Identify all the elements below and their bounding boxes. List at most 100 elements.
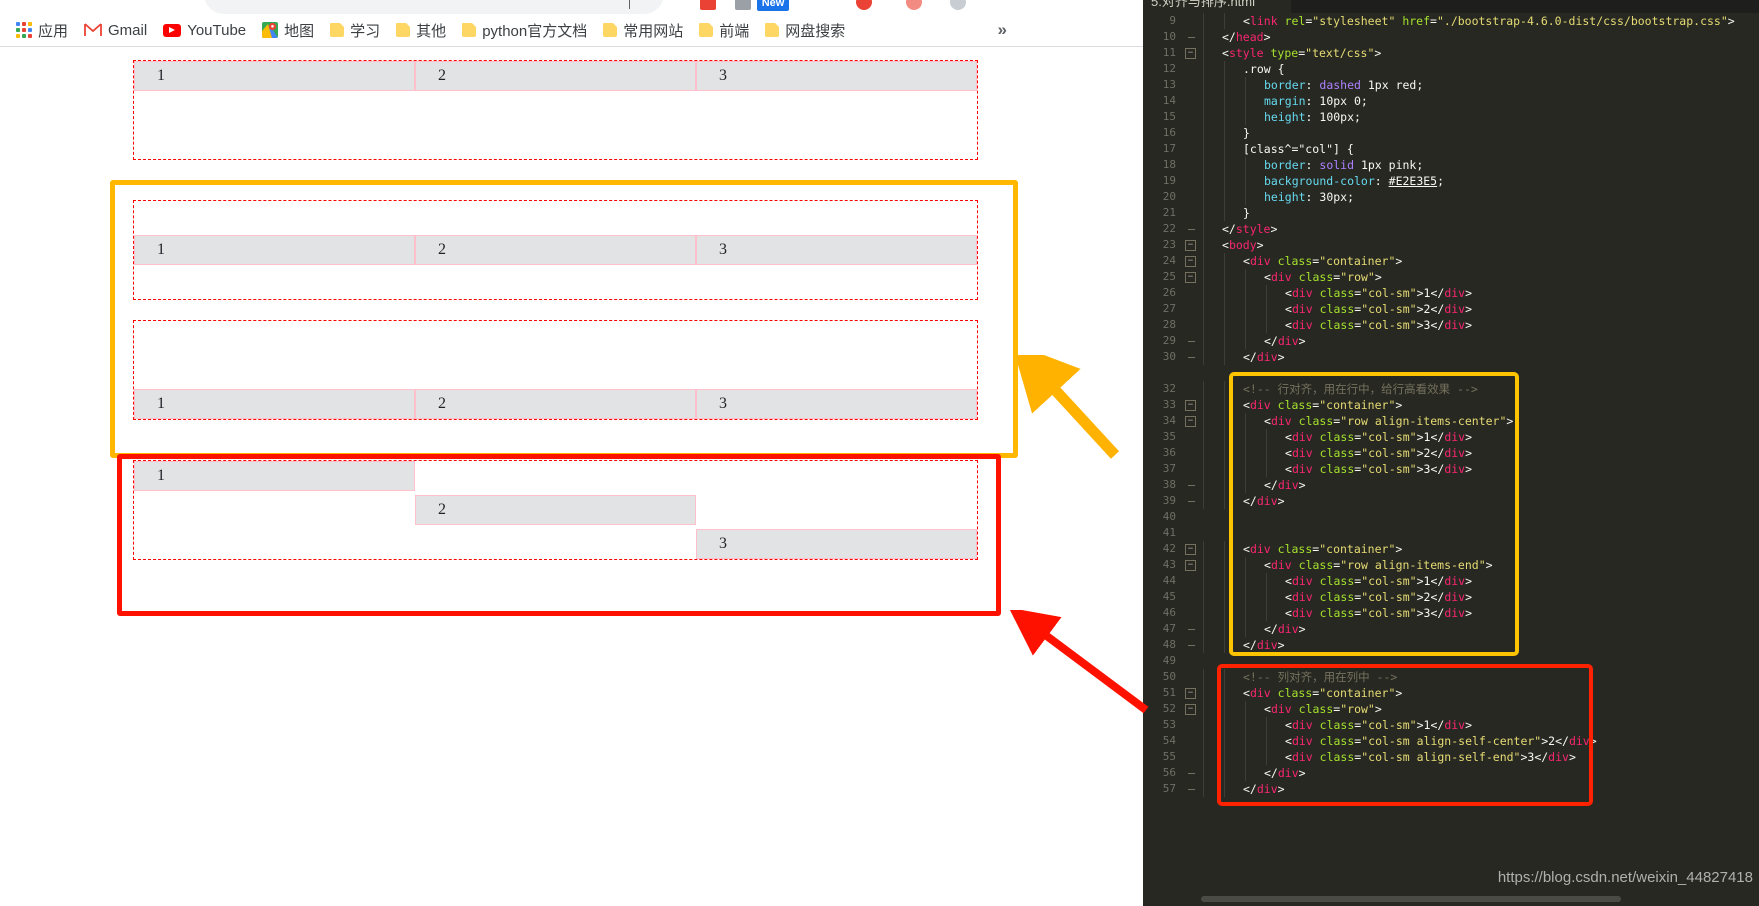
code-line[interactable]: } xyxy=(1201,125,1250,141)
code-line[interactable]: } xyxy=(1201,205,1250,221)
code-line[interactable]: </div> xyxy=(1201,349,1285,365)
bookmark-folder-frontend[interactable]: 前端 xyxy=(691,17,757,44)
code-tokens: <div class="col-sm">1</div> xyxy=(1285,718,1472,732)
code-token: ; xyxy=(1416,78,1424,92)
code-token: > xyxy=(1727,14,1735,28)
code-text-area[interactable]: <link rel="stylesheet" href="./bootstrap… xyxy=(1201,13,1759,893)
code-line[interactable]: </head> xyxy=(1201,29,1271,45)
container-4: 1 2 3 xyxy=(133,450,978,570)
code-line[interactable]: </div> xyxy=(1201,765,1306,781)
code-token: = xyxy=(1430,14,1437,28)
fold-toggle-icon[interactable]: − xyxy=(1185,688,1196,699)
profile-avatar-icon[interactable] xyxy=(950,0,966,10)
fold-toggle-icon[interactable]: − xyxy=(1185,272,1196,283)
fold-toggle-icon[interactable]: − xyxy=(1185,560,1196,571)
code-line[interactable]: <!-- 列对齐，用在列中 --> xyxy=(1201,669,1397,685)
code-line[interactable]: <div class="col-sm">2</div> xyxy=(1201,301,1472,317)
code-line[interactable]: <!-- 行对齐，用在行中，给行高看效果 --> xyxy=(1201,381,1478,397)
code-line[interactable]: <div class="col-sm">3</div> xyxy=(1201,605,1472,621)
code-line[interactable]: </div> xyxy=(1201,781,1285,797)
code-line[interactable]: border: dashed 1px red; xyxy=(1201,77,1423,93)
line-number: 17 xyxy=(1162,142,1176,155)
bookmarks-overflow-chevron-icon[interactable]: » xyxy=(998,20,1007,40)
code-line[interactable]: <style type="text/css"> xyxy=(1201,45,1381,61)
code-line[interactable]: margin: 10px 0; xyxy=(1201,93,1368,109)
code-line[interactable]: <div class="row align-items-center"> xyxy=(1201,413,1513,429)
horizontal-scrollbar[interactable] xyxy=(1201,896,1621,902)
fold-toggle-icon[interactable]: − xyxy=(1185,416,1196,427)
indent-guide xyxy=(1203,141,1204,157)
indent-guide xyxy=(1245,333,1246,349)
code-line[interactable]: <div class="container"> xyxy=(1201,541,1402,557)
code-line[interactable]: <div class="col-sm align-self-end">3</di… xyxy=(1201,749,1576,765)
code-token: "col-sm" xyxy=(1361,446,1417,460)
code-line[interactable]: <link rel="stylesheet" href="./bootstrap… xyxy=(1201,13,1735,29)
fold-toggle-icon[interactable]: − xyxy=(1185,704,1196,715)
code-line[interactable]: background-color: #E2E3E5; xyxy=(1201,173,1444,189)
code-line[interactable]: </div> xyxy=(1201,493,1285,509)
code-line[interactable]: <div class="row"> xyxy=(1201,269,1382,285)
code-token: class xyxy=(1298,414,1334,428)
code-line[interactable]: </div> xyxy=(1201,621,1306,637)
extension-icon-3[interactable] xyxy=(856,0,872,10)
code-line[interactable]: <div class="col-sm">1</div> xyxy=(1201,285,1472,301)
editor-tab-active[interactable]: 5.对齐与排序.html xyxy=(1143,0,1291,13)
bookmark-folder-netdisk-search[interactable]: 网盘搜索 xyxy=(757,17,853,44)
code-line[interactable]: <div class="col-sm">1</div> xyxy=(1201,573,1472,589)
code-token: >2</ xyxy=(1541,734,1569,748)
bookmark-youtube[interactable]: YouTube xyxy=(155,19,254,42)
bookmark-gmail[interactable]: Gmail xyxy=(76,19,155,42)
code-token: < xyxy=(1264,270,1271,284)
fold-toggle-icon[interactable]: − xyxy=(1185,400,1196,411)
code-line[interactable]: </div> xyxy=(1201,637,1285,653)
code-line[interactable]: .row { xyxy=(1201,61,1285,77)
bookmark-folder-python-docs[interactable]: python官方文档 xyxy=(454,17,595,44)
code-line[interactable]: <div class="row align-items-end"> xyxy=(1201,557,1493,573)
code-line[interactable]: <div class="row"> xyxy=(1201,701,1382,717)
fold-toggle-icon[interactable]: − xyxy=(1185,256,1196,267)
fold-toggle-icon[interactable]: − xyxy=(1185,240,1196,251)
code-line[interactable]: <body> xyxy=(1201,237,1264,253)
code-line[interactable]: <div class="container"> xyxy=(1201,397,1402,413)
code-line[interactable]: <div class="col-sm">2</div> xyxy=(1201,589,1472,605)
code-tokens: <div class="col-sm">2</div> xyxy=(1285,302,1472,316)
bookmark-apps[interactable]: 应用 xyxy=(8,17,76,44)
indent-guide xyxy=(1224,573,1225,589)
line-number: 22 xyxy=(1162,222,1176,235)
fold-toggle-icon[interactable]: − xyxy=(1185,544,1196,555)
editor-body[interactable]: <link rel="stylesheet" href="./bootstrap… xyxy=(1143,13,1759,893)
fold-gutter[interactable] xyxy=(1183,13,1201,893)
new-badge[interactable]: New xyxy=(757,0,789,11)
line-number: 26 xyxy=(1162,286,1176,299)
code-line[interactable]: <div class="container"> xyxy=(1201,253,1402,269)
bookmark-folder-other[interactable]: 其他 xyxy=(388,17,454,44)
code-line[interactable]: <div class="col-sm">3</div> xyxy=(1201,317,1472,333)
address-bar[interactable] xyxy=(204,0,664,14)
fold-toggle-icon[interactable]: − xyxy=(1185,48,1196,59)
code-line[interactable]: <div class="container"> xyxy=(1201,685,1402,701)
code-line[interactable]: height: 30px; xyxy=(1201,189,1354,205)
code-tokens: } xyxy=(1243,206,1250,220)
bookmark-folder-study[interactable]: 学习 xyxy=(322,17,388,44)
extension-icon-4[interactable] xyxy=(906,0,922,10)
code-line[interactable]: <div class="col-sm">1</div> xyxy=(1201,429,1472,445)
extension-icon-1[interactable] xyxy=(700,0,716,10)
indent-guide xyxy=(1224,637,1225,653)
code-line[interactable]: </div> xyxy=(1201,477,1306,493)
code-line[interactable]: <div class="col-sm">3</div> xyxy=(1201,461,1472,477)
indent-guide xyxy=(1203,589,1204,605)
extension-icon-2[interactable] xyxy=(735,0,751,10)
code-line[interactable]: </div> xyxy=(1201,333,1306,349)
indent-guide xyxy=(1203,157,1204,173)
code-line[interactable]: <div class="col-sm">2</div> xyxy=(1201,445,1472,461)
code-line[interactable]: </style> xyxy=(1201,221,1277,237)
code-line[interactable]: [class^="col"] { xyxy=(1201,141,1354,157)
bookmark-folder-common-sites[interactable]: 常用网站 xyxy=(595,17,691,44)
code-line[interactable]: border: solid 1px pink; xyxy=(1201,157,1423,173)
code-line[interactable]: <div class="col-sm align-self-center">2<… xyxy=(1201,733,1597,749)
bookmark-maps[interactable]: 地图 xyxy=(254,17,322,44)
browser-toolbar-remnant: ! New xyxy=(0,0,1143,14)
code-line[interactable]: <div class="col-sm">1</div> xyxy=(1201,717,1472,733)
code-line[interactable]: height: 100px; xyxy=(1201,109,1361,125)
